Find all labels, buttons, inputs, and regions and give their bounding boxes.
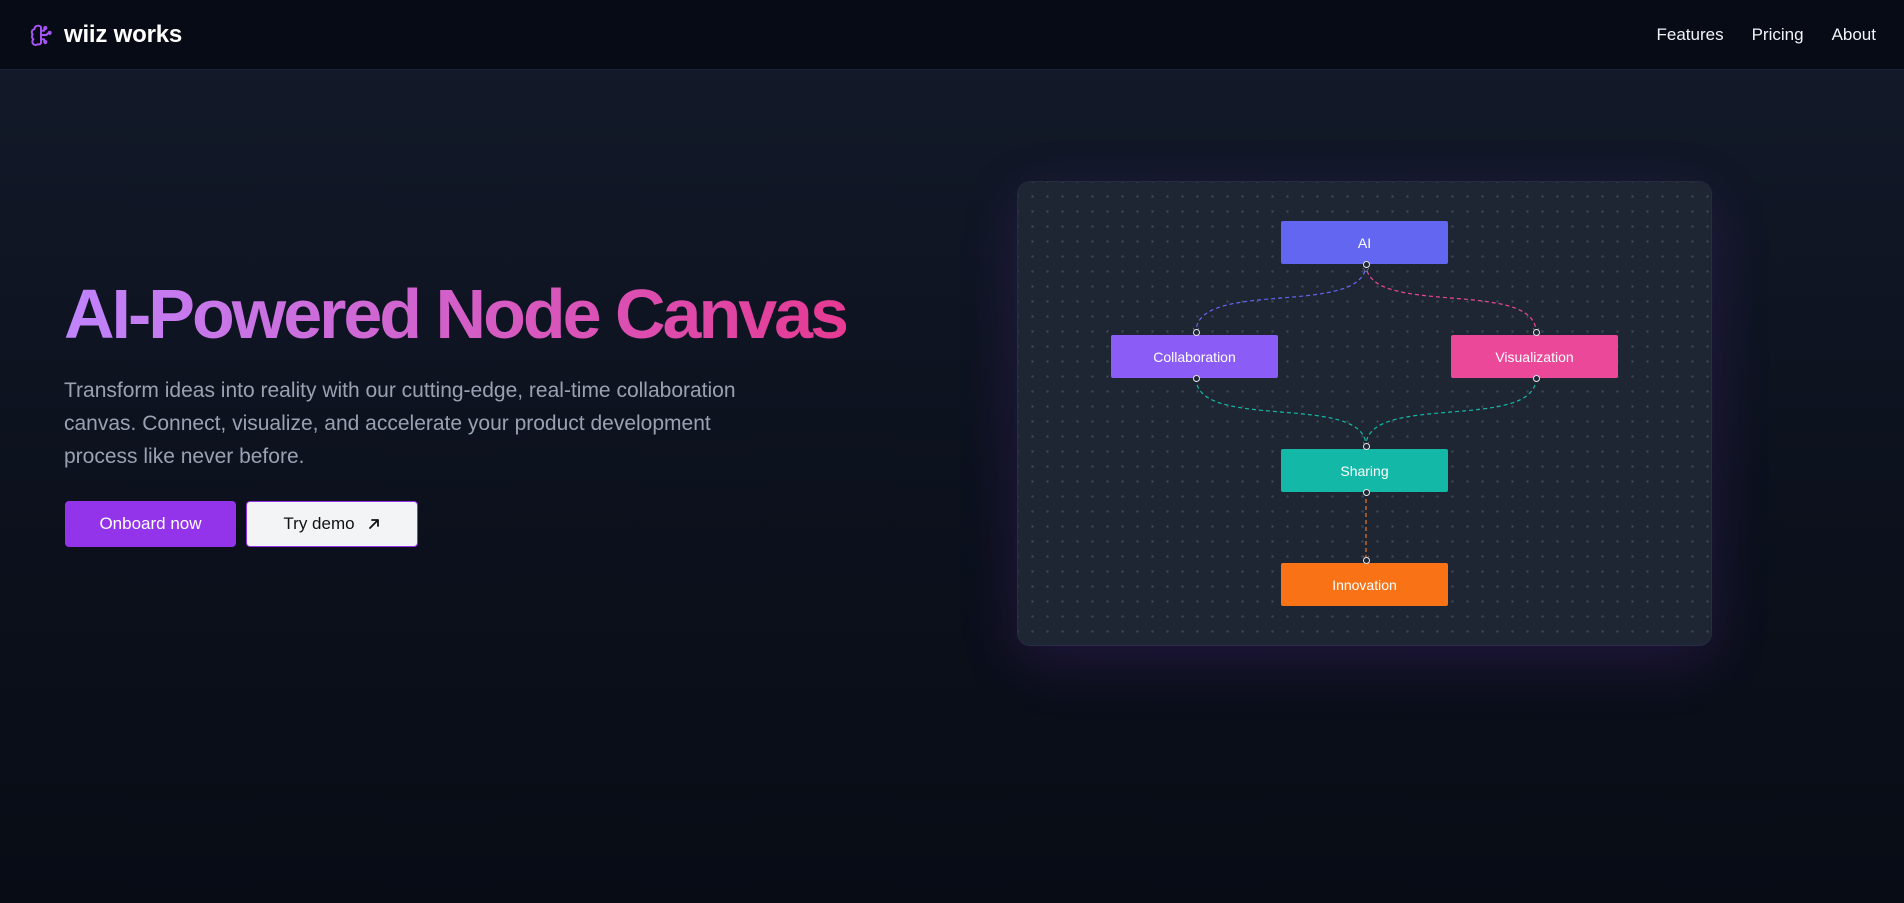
top-nav: Features Pricing About <box>1657 25 1877 45</box>
hero-actions: Onboard now Try demo <box>65 501 418 547</box>
node-sharing[interactable]: Sharing <box>1281 449 1448 492</box>
site-header: wiiz works Features Pricing About <box>0 0 1904 70</box>
brain-icon <box>30 24 52 46</box>
node-handle[interactable] <box>1192 328 1200 336</box>
edge-ai-visualization <box>1365 263 1537 333</box>
node-visualization[interactable]: Visualization <box>1451 335 1618 378</box>
nav-link-features[interactable]: Features <box>1657 25 1724 45</box>
node-handle[interactable] <box>1362 442 1370 450</box>
node-handle[interactable] <box>1362 556 1370 564</box>
edge-collaboration-sharing <box>1195 377 1367 447</box>
node-handle[interactable] <box>1192 374 1200 382</box>
node-canvas[interactable]: AI Collaboration Visualization Sharing I… <box>1018 182 1711 645</box>
node-handle[interactable] <box>1532 328 1540 336</box>
node-label: AI <box>1357 234 1372 251</box>
node-innovation[interactable]: Innovation <box>1281 563 1448 606</box>
try-demo-button[interactable]: Try demo <box>246 501 418 547</box>
node-label: Collaboration <box>1153 348 1236 365</box>
edge-ai-collaboration <box>1195 263 1367 333</box>
node-handle[interactable] <box>1362 488 1370 496</box>
brand[interactable]: wiiz works <box>28 21 182 49</box>
nav-link-pricing[interactable]: Pricing <box>1752 25 1804 45</box>
onboard-now-button[interactable]: Onboard now <box>65 501 236 547</box>
node-ai[interactable]: AI <box>1281 221 1448 264</box>
node-label: Innovation <box>1332 576 1397 593</box>
node-handle[interactable] <box>1362 260 1370 268</box>
node-collaboration[interactable]: Collaboration <box>1111 335 1278 378</box>
node-label: Sharing <box>1340 462 1389 479</box>
edge-visualization-sharing <box>1365 377 1537 447</box>
hero-title: AI-Powered Node Canvas <box>64 275 849 353</box>
try-demo-label: Try demo <box>283 514 355 533</box>
brand-name: wiiz works <box>64 20 183 48</box>
hero-subtitle: Transform ideas into reality with our cu… <box>64 379 736 468</box>
node-label: Visualization <box>1495 348 1574 365</box>
nav-link-about[interactable]: About <box>1832 25 1876 45</box>
arrow-up-right-icon <box>368 519 379 529</box>
node-handle[interactable] <box>1532 374 1540 382</box>
